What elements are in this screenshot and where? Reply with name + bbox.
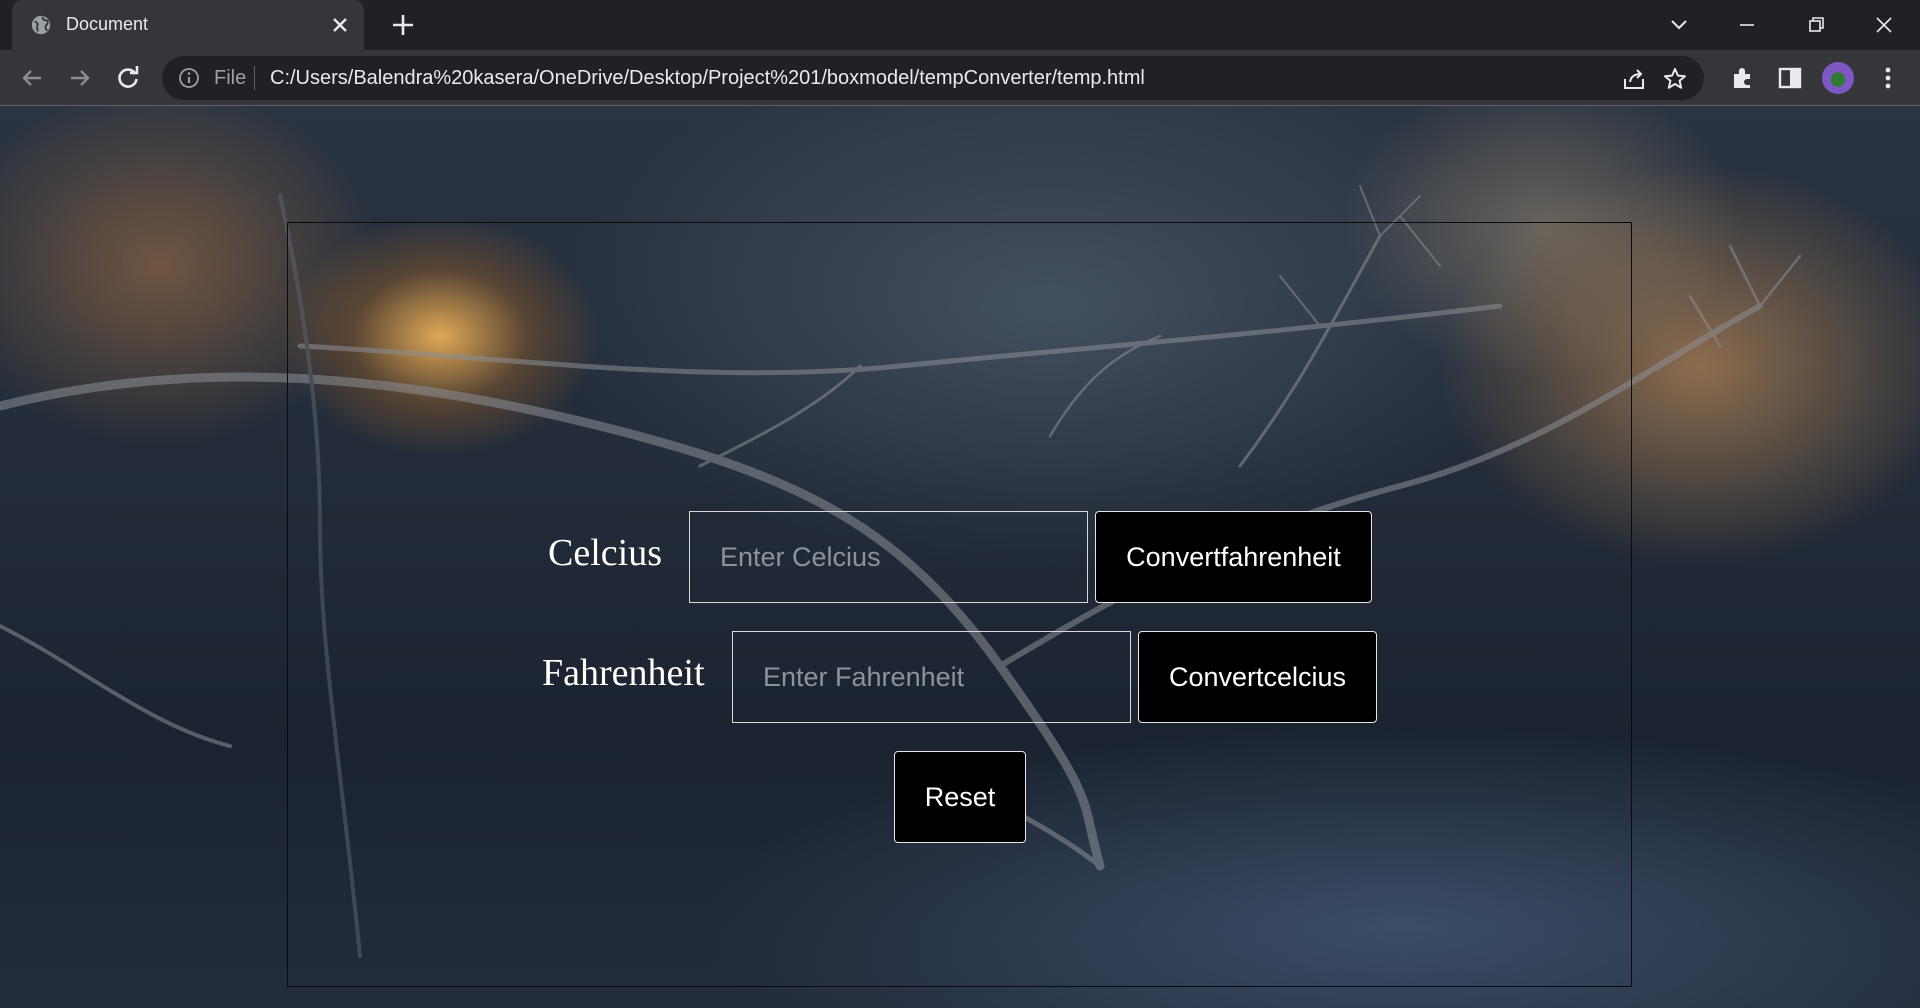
page-viewport: Celcius Convertfahrenheit Fahrenheit Con… <box>0 106 1920 1008</box>
convert-celsius-button[interactable]: Convertcelcius <box>1138 631 1377 723</box>
convert-fahrenheit-button[interactable]: Convertfahrenheit <box>1095 511 1372 603</box>
celsius-input[interactable] <box>689 511 1088 603</box>
side-panel-icon[interactable] <box>1776 64 1804 92</box>
info-icon[interactable] <box>178 67 200 89</box>
browser-toolbar: File C:/Users/Balendra%20kasera/OneDrive… <box>0 50 1920 106</box>
celsius-label: Celcius <box>548 532 662 574</box>
reset-button[interactable]: Reset <box>894 751 1026 843</box>
tab-strip: Document <box>0 0 1920 50</box>
plus-icon[interactable] <box>390 12 416 38</box>
url-text[interactable]: C:/Users/Balendra%20kasera/OneDrive/Desk… <box>270 67 1145 90</box>
forward-arrow-icon[interactable] <box>66 64 94 92</box>
chevron-down-icon[interactable] <box>1666 12 1692 38</box>
extensions-icon[interactable] <box>1729 64 1757 92</box>
fahrenheit-input[interactable] <box>732 631 1131 723</box>
share-icon[interactable] <box>1621 66 1647 92</box>
address-bar[interactable]: File C:/Users/Balendra%20kasera/OneDrive… <box>162 56 1704 100</box>
fahrenheit-label: Fahrenheit <box>542 652 705 694</box>
browser-tab[interactable]: Document <box>12 0 364 50</box>
minimize-icon[interactable] <box>1734 12 1760 38</box>
globe-icon <box>31 15 51 35</box>
back-arrow-icon[interactable] <box>18 64 46 92</box>
profile-avatar[interactable] <box>1822 62 1854 94</box>
address-separator <box>254 66 255 90</box>
tab-title: Document <box>66 14 149 34</box>
reload-icon[interactable] <box>114 64 142 92</box>
close-icon[interactable] <box>330 15 350 35</box>
converter-container <box>287 222 1632 987</box>
kebab-menu-icon[interactable] <box>1874 64 1902 92</box>
star-icon[interactable] <box>1662 66 1688 92</box>
scheme-label: File <box>214 67 247 89</box>
window-close-icon[interactable] <box>1871 12 1897 38</box>
restore-icon[interactable] <box>1803 12 1829 38</box>
